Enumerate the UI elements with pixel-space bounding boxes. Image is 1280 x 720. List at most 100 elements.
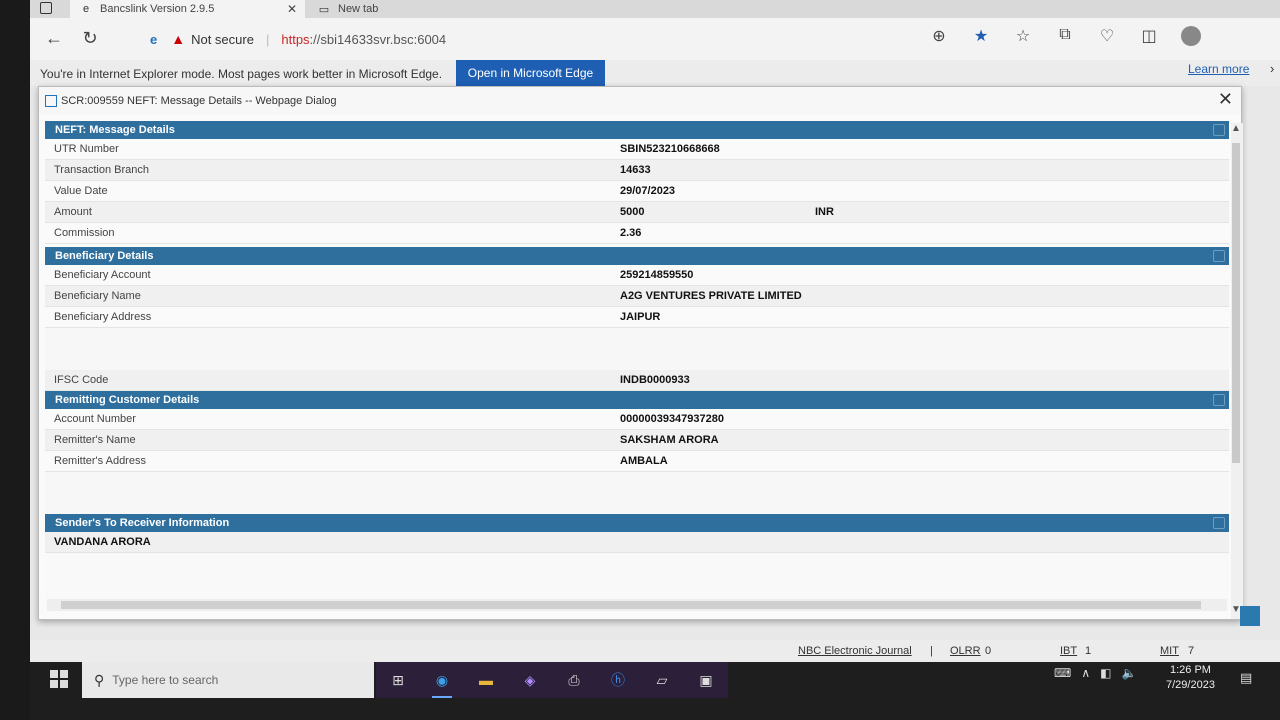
field-label: Commission: [54, 227, 115, 239]
profile-avatar[interactable]: [1177, 26, 1205, 51]
section-title: Beneficiary Details: [55, 250, 154, 262]
currency-value: INR: [815, 206, 834, 218]
table-row: Remitter's Address AMBALA: [45, 451, 1229, 472]
table-row: Beneficiary Account 259214859550: [45, 265, 1229, 286]
app-purple-icon[interactable]: ◈: [508, 662, 552, 698]
close-icon[interactable]: ✕: [1218, 89, 1233, 110]
keyboard-icon[interactable]: ⌨: [1054, 666, 1071, 680]
search-placeholder: Type here to search: [112, 673, 219, 687]
ie-mode-icon[interactable]: e: [150, 32, 157, 47]
vertical-scrollbar[interactable]: ▲ ▼: [1231, 123, 1243, 619]
tab-label: New tab: [338, 3, 379, 15]
taskbar-clock[interactable]: 1:26 PM 7/29/2023: [1166, 663, 1215, 693]
horizontal-scrollbar[interactable]: [47, 599, 1227, 611]
tab-new-tab[interactable]: ▭ New tab: [310, 0, 520, 18]
window-menu-icon[interactable]: [40, 2, 52, 14]
field-value: 259214859550: [620, 269, 694, 281]
url-field[interactable]: e ▲ Not secure | https ://sbi14633svr.bs…: [150, 26, 910, 52]
webpage-dialog: SCR:009559 NEFT: Message Details -- Webp…: [38, 86, 1243, 620]
scroll-up-icon[interactable]: ▲: [1231, 123, 1241, 134]
collapse-icon[interactable]: [1213, 517, 1225, 529]
dialog-titlebar: SCR:009559 NEFT: Message Details -- Webp…: [39, 87, 1241, 115]
clock-date: 7/29/2023: [1166, 679, 1215, 691]
photos-icon[interactable]: ▣: [684, 662, 728, 698]
toolbar-icons: ⊕ ★ ☆ ⧉ ♡ ◫: [925, 26, 1205, 51]
browser-tab-bar: e Bancslink Version 2.9.5 ✕ ▭ New tab: [30, 0, 1280, 18]
chevron-up-icon[interactable]: ∧: [1081, 666, 1090, 680]
field-label: Remitter's Name: [54, 434, 136, 446]
task-view-icon[interactable]: ⊞: [376, 662, 420, 698]
section-header-beneficiary[interactable]: Beneficiary Details: [45, 247, 1229, 265]
collapse-icon[interactable]: [1213, 124, 1225, 136]
collections-icon[interactable]: ⧉: [1051, 26, 1079, 51]
clock-time: 1:26 PM: [1169, 664, 1211, 676]
system-tray: ⌨ ∧ ◧ 🔈: [1054, 666, 1136, 680]
field-label: Amount: [54, 206, 92, 218]
table-row: UTR Number SBIN523210668668: [45, 139, 1229, 160]
table-row: Account Number 00000039347937280: [45, 409, 1229, 430]
zoom-icon[interactable]: ⊕: [925, 26, 953, 51]
divider: |: [265, 31, 270, 47]
field-value: 14633: [620, 164, 651, 176]
file-explorer-icon[interactable]: ▬: [464, 662, 508, 698]
tab-label: Bancslink Version 2.9.5: [100, 3, 215, 15]
warning-icon: ▲: [171, 31, 186, 47]
section-header-remitter[interactable]: Remitting Customer Details: [45, 391, 1229, 409]
section-header-sender-info[interactable]: Sender's To Receiver Information: [45, 514, 1229, 532]
close-tab-icon[interactable]: ✕: [287, 2, 297, 16]
printer-icon[interactable]: ⎙: [552, 662, 596, 698]
table-row: VANDANA ARORA: [45, 532, 1229, 553]
dialog-title: SCR:009559 NEFT: Message Details -- Webp…: [61, 95, 337, 107]
section-header-message[interactable]: NEFT: Message Details: [45, 121, 1229, 139]
favorites-icon[interactable]: ☆: [1009, 26, 1037, 51]
ie-mode-infobar: You're in Internet Explorer mode. Most p…: [30, 60, 1280, 86]
table-row: Remitter's Name SAKSHAM ARORA: [45, 430, 1229, 451]
tab-bancslink[interactable]: e Bancslink Version 2.9.5 ✕: [70, 0, 305, 18]
field-value: 00000039347937280: [620, 413, 725, 425]
open-in-edge-button[interactable]: Open in Microsoft Edge: [456, 60, 605, 86]
learn-more-link[interactable]: Learn more: [1188, 62, 1249, 76]
table-row: Transaction Branch 14633: [45, 160, 1229, 181]
address-bar: ← ↻ e ▲ Not secure | https ://sbi14633sv…: [30, 18, 1280, 60]
network-icon[interactable]: ◧: [1100, 666, 1111, 680]
section-title: NEFT: Message Details: [55, 124, 175, 136]
field-label: Beneficiary Address: [54, 311, 152, 323]
collapse-icon[interactable]: [1213, 250, 1225, 262]
scrollbar-thumb[interactable]: [1232, 143, 1240, 463]
edge-app-icon[interactable]: ◫: [1135, 26, 1163, 51]
taskbar-body: ⚲ Type here to search ⊞ ◉ ▬ ◈ ⎙ ⓗ ▱ ▣ ⌨ …: [30, 662, 1280, 720]
field-value: 5000: [620, 206, 645, 218]
table-row: Beneficiary Address JAIPUR: [45, 307, 1229, 328]
volume-icon[interactable]: 🔈: [1121, 666, 1136, 680]
ie-icon: e: [82, 3, 90, 15]
taskbar-apps: ⊞ ◉ ▬ ◈ ⎙ ⓗ ▱ ▣: [376, 662, 728, 698]
health-icon[interactable]: ♡: [1093, 26, 1121, 51]
taskbar-search-input[interactable]: ⚲ Type here to search: [82, 662, 374, 698]
windows-start-icon[interactable]: [50, 670, 70, 690]
dialog-content: NEFT: Message Details UTR Number SBIN523…: [45, 121, 1229, 611]
security-label[interactable]: Not secure: [191, 32, 254, 47]
search-icon: ⚲: [94, 671, 105, 688]
field-value: JAIPUR: [620, 311, 661, 323]
hp-icon[interactable]: ⓗ: [596, 662, 640, 698]
table-row: IFSC Code INDB0000933: [45, 370, 1229, 391]
section-title: Sender's To Receiver Information: [55, 517, 230, 529]
edge-icon[interactable]: ◉: [420, 662, 464, 698]
back-icon[interactable]: ←: [36, 28, 72, 49]
section-title: Remitting Customer Details: [55, 394, 200, 406]
taskbar: ⚲ Type here to search ⊞ ◉ ▬ ◈ ⎙ ⓗ ▱ ▣ ⌨ …: [30, 646, 1280, 720]
field-label: Beneficiary Name: [54, 290, 141, 302]
favorite-star-icon[interactable]: ★: [967, 26, 995, 51]
url-scheme: https: [281, 31, 310, 47]
refresh-icon[interactable]: ↻: [72, 28, 108, 49]
page-scroll-corner: [1240, 606, 1260, 626]
field-label: Value Date: [54, 185, 108, 197]
scrollbar-thumb[interactable]: [61, 601, 1201, 609]
table-row: Amount 5000 INR: [45, 202, 1229, 223]
field-label: Transaction Branch: [54, 164, 149, 176]
notification-icon[interactable]: ▤: [1240, 670, 1252, 686]
ie-mode-message: You're in Internet Explorer mode. Most p…: [40, 67, 443, 81]
chevron-right-icon[interactable]: ›: [1270, 61, 1274, 76]
scanner-icon[interactable]: ▱: [640, 662, 684, 698]
collapse-icon[interactable]: [1213, 394, 1225, 406]
